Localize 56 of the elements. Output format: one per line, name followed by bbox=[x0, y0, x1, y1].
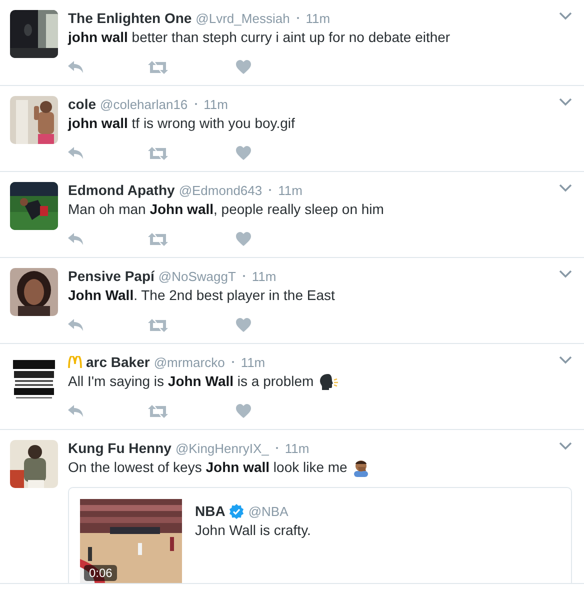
quoted-tweet-card[interactable]: 0:06 NBA @NBA John Wall is crafty. bbox=[68, 487, 572, 583]
reply-icon[interactable] bbox=[68, 233, 84, 245]
tweet-time[interactable]: 11m bbox=[240, 354, 266, 370]
heart-icon[interactable] bbox=[236, 318, 251, 332]
tweet-time[interactable]: 11m bbox=[252, 268, 276, 284]
video-duration: 0:06 bbox=[84, 565, 118, 581]
chevron-icon[interactable] bbox=[559, 442, 572, 450]
reply-icon[interactable] bbox=[68, 319, 84, 331]
tweet-text: Man oh man John wall, people really sleep on him bbox=[68, 200, 384, 219]
reply-icon[interactable] bbox=[68, 61, 84, 73]
chevron-icon[interactable] bbox=[559, 98, 572, 106]
tweet-text: john wall better than steph curry i aint up for no debate either bbox=[68, 28, 450, 47]
retweet-icon[interactable] bbox=[148, 232, 168, 246]
user-name: NBA bbox=[195, 503, 226, 519]
retweet-icon[interactable] bbox=[148, 60, 168, 74]
heart-icon[interactable] bbox=[236, 404, 251, 418]
heart-icon[interactable] bbox=[236, 146, 251, 160]
user-handle[interactable]: @KingHenryIX_ bbox=[175, 440, 269, 456]
user-handle[interactable]: @mrmarcko bbox=[154, 354, 225, 370]
user-handle[interactable]: @NoSwaggT bbox=[158, 268, 236, 284]
chevron-icon[interactable] bbox=[559, 12, 572, 20]
retweet-icon[interactable] bbox=[148, 318, 168, 332]
chevron-icon[interactable] bbox=[559, 270, 572, 278]
separator-dot bbox=[296, 17, 299, 19]
user-name[interactable]: The Enlighten One bbox=[68, 10, 192, 26]
tweet-time[interactable]: 11m bbox=[278, 182, 302, 198]
user-handle[interactable]: @coleharlan16 bbox=[100, 96, 188, 112]
tweet-time[interactable]: 11m bbox=[306, 10, 330, 26]
tweet-text: John Wall. The 2nd best player in the East bbox=[68, 286, 335, 305]
separator-dot bbox=[232, 361, 234, 363]
heart-icon[interactable] bbox=[236, 232, 251, 246]
tweet-text: All I'm saying is John Wall is a problem bbox=[68, 372, 314, 391]
user-name[interactable]: Kung Fu Henny bbox=[68, 440, 172, 456]
user-handle[interactable]: @Edmond643 bbox=[178, 182, 262, 198]
separator-dot bbox=[242, 275, 245, 277]
separator-dot bbox=[276, 447, 278, 449]
user-name[interactable]: Pensive Papí bbox=[68, 268, 154, 284]
tweet-time[interactable]: 11m bbox=[204, 96, 228, 112]
tweet-text: John Wall is crafty. bbox=[195, 521, 311, 540]
tweet-text: On the lowest of keys John wall look like me bbox=[68, 458, 348, 477]
retweet-icon[interactable] bbox=[148, 404, 168, 418]
user-name[interactable]: arc Baker bbox=[86, 354, 150, 370]
reply-icon[interactable] bbox=[68, 147, 84, 159]
separator-dot bbox=[194, 103, 197, 105]
reply-icon[interactable] bbox=[68, 405, 84, 417]
user-name[interactable]: cole bbox=[68, 96, 96, 112]
retweet-icon[interactable] bbox=[148, 146, 168, 160]
separator-dot bbox=[269, 189, 272, 191]
chevron-icon[interactable] bbox=[559, 356, 572, 364]
chevron-icon[interactable] bbox=[559, 184, 572, 192]
tweet-text: john wall tf is wrong with you boy.gif bbox=[68, 114, 295, 133]
user-handle: @NBA bbox=[248, 504, 288, 518]
user-handle[interactable]: @Lvrd_Messiah bbox=[196, 10, 290, 26]
tweet-time[interactable]: 11m bbox=[284, 440, 310, 456]
heart-icon[interactable] bbox=[236, 60, 251, 74]
user-name[interactable]: Edmond Apathy bbox=[68, 182, 175, 198]
